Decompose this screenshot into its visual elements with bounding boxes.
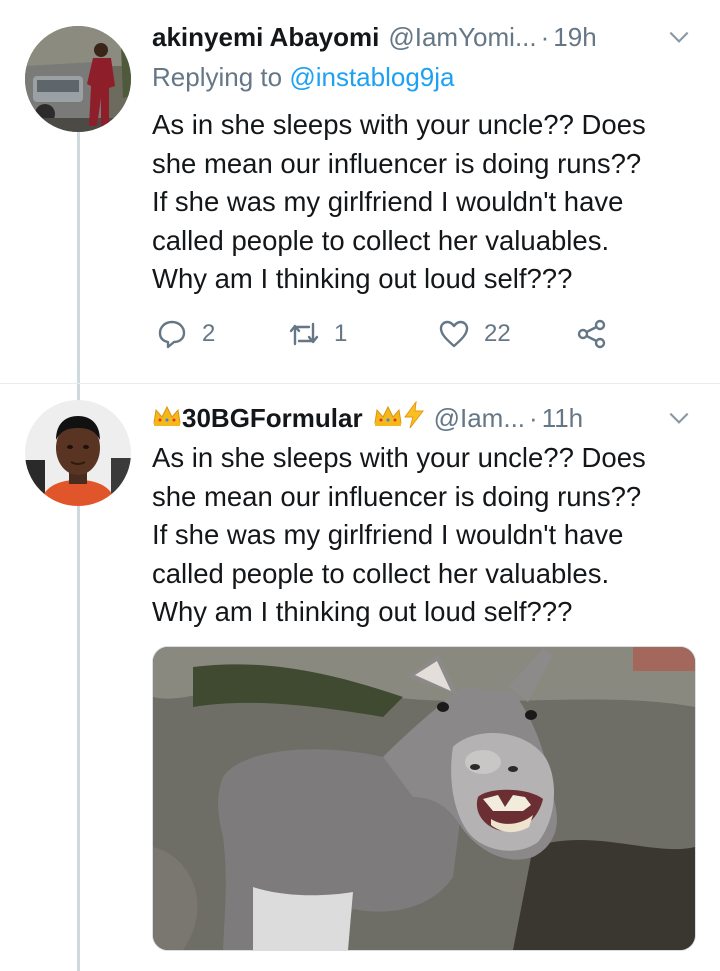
timestamp[interactable]: 11h	[542, 403, 583, 434]
display-name[interactable]: 30BGFormular	[182, 403, 363, 434]
tweet-header: akinyemi Abayomi @IamYomi... · 19h	[152, 22, 700, 52]
separator-dot: ·	[529, 402, 538, 433]
share-button[interactable]	[576, 318, 608, 350]
user-handle[interactable]: @Iam...	[434, 403, 525, 434]
display-name[interactable]: akinyemi Abayomi	[152, 22, 379, 53]
replying-to-line: Replying to @instablog9ja	[152, 62, 454, 93]
retweet-icon	[289, 322, 319, 346]
heart-icon	[439, 320, 469, 348]
tweet-text: As in she sleeps with your uncle?? Does …	[152, 442, 646, 627]
retweet-count: 1	[334, 320, 348, 347]
avatar-30bgformular[interactable]	[25, 400, 131, 506]
thread-connector-line	[77, 132, 80, 971]
reply-button[interactable]: 2	[156, 318, 215, 350]
chevron-down-icon[interactable]	[666, 24, 692, 50]
avatar-akinyemi[interactable]	[25, 26, 131, 132]
tweet-divider	[0, 383, 720, 384]
mention-link[interactable]: @instablog9ja	[289, 62, 454, 92]
separator-dot: ·	[540, 21, 550, 52]
share-icon	[577, 319, 606, 349]
chevron-down-icon[interactable]	[666, 405, 692, 431]
replying-to-prefix: Replying to	[152, 62, 283, 92]
crown-emoji-icon	[152, 403, 182, 434]
reply-icon	[158, 320, 186, 349]
lightning-emoji-icon	[403, 399, 425, 436]
like-button[interactable]: 22	[438, 318, 511, 350]
reply-count: 2	[202, 320, 216, 347]
retweet-button[interactable]: 1	[288, 318, 347, 350]
crown-emoji-icon	[373, 403, 403, 434]
tweet-header: 30BGFormular @Iam... · 11h	[152, 399, 700, 436]
donkey-photo	[153, 647, 695, 950]
tweet-text: As in she sleeps with your uncle?? Does …	[152, 109, 646, 294]
tweet-actions: 2 1 22	[152, 318, 632, 358]
like-count: 22	[484, 320, 511, 347]
tweet-media-image[interactable]	[152, 646, 696, 951]
timestamp[interactable]: 19h	[553, 22, 596, 53]
user-handle[interactable]: @IamYomi...	[388, 22, 536, 53]
